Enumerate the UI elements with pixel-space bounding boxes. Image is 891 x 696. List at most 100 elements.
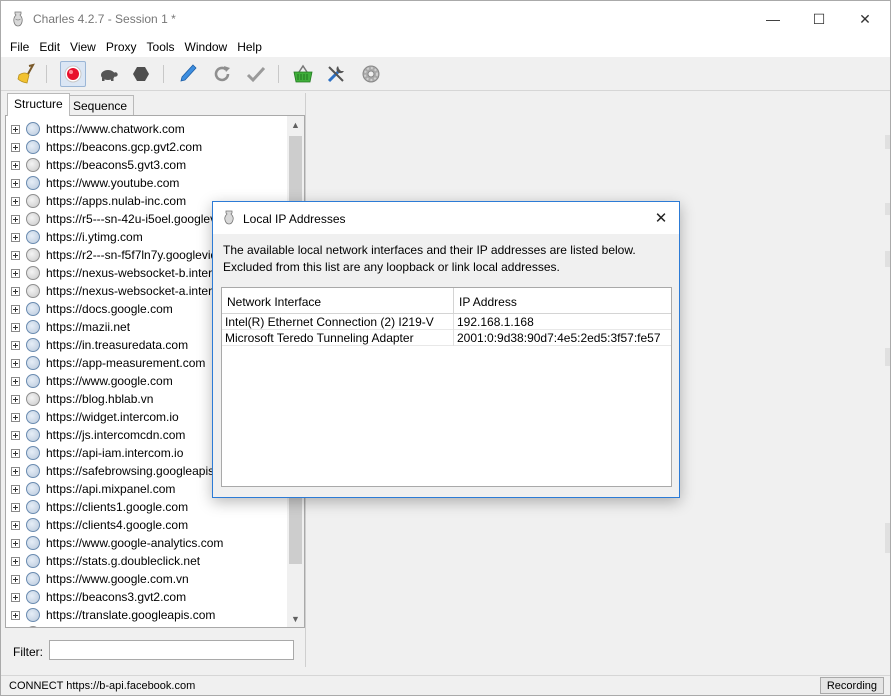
tab-structure[interactable]: Structure bbox=[7, 93, 70, 116]
dialog-close-button[interactable]: ✕ bbox=[649, 207, 673, 229]
tree-item[interactable]: https://clients1.google.com bbox=[6, 498, 288, 516]
tree-item-label: https://clients1.google.com bbox=[46, 500, 189, 514]
expand-plus-icon[interactable] bbox=[11, 485, 20, 494]
menu-proxy[interactable]: Proxy bbox=[101, 37, 142, 57]
expand-plus-icon[interactable] bbox=[11, 449, 20, 458]
secure-host-icon bbox=[26, 626, 40, 627]
menu-view[interactable]: View bbox=[65, 37, 101, 57]
minimize-button[interactable]: — bbox=[750, 5, 796, 33]
tree-item[interactable]: https://translate.googleapis.com bbox=[6, 606, 288, 624]
expand-plus-icon[interactable] bbox=[11, 251, 20, 260]
throttle-turtle-icon bbox=[101, 70, 118, 81]
expand-plus-icon[interactable] bbox=[11, 431, 20, 440]
expand-plus-icon[interactable] bbox=[11, 125, 20, 134]
repeat-button[interactable] bbox=[209, 61, 235, 87]
expand-plus-icon[interactable] bbox=[11, 611, 20, 620]
secure-host-icon bbox=[26, 194, 40, 208]
clear-session-button[interactable] bbox=[13, 61, 39, 87]
menu-file[interactable]: File bbox=[5, 37, 34, 57]
tree-item-label: https://www.google.com.vn bbox=[46, 572, 189, 586]
secure-host-icon bbox=[26, 212, 40, 226]
tab-sequence[interactable]: Sequence bbox=[66, 95, 135, 116]
expand-plus-icon[interactable] bbox=[11, 413, 20, 422]
column-ip-address[interactable]: IP Address bbox=[459, 295, 517, 309]
tree-item[interactable]: https://www.youtube.com bbox=[6, 174, 288, 192]
settings-button[interactable] bbox=[358, 61, 384, 87]
expand-plus-icon[interactable] bbox=[11, 557, 20, 566]
expand-plus-icon[interactable] bbox=[11, 323, 20, 332]
expand-plus-icon[interactable] bbox=[11, 161, 20, 170]
filter-input[interactable] bbox=[49, 640, 294, 660]
expand-plus-icon[interactable] bbox=[11, 143, 20, 152]
tree-item[interactable]: https://www.google.com.vn bbox=[6, 570, 288, 588]
menu-edit[interactable]: Edit bbox=[34, 37, 65, 57]
tools-button[interactable] bbox=[323, 61, 349, 87]
tree-item[interactable]: https://stats.g.doubleclick.net bbox=[6, 552, 288, 570]
expand-plus-icon[interactable] bbox=[11, 215, 20, 224]
globe-icon bbox=[26, 590, 40, 604]
filter-bar: Filter: bbox=[5, 634, 305, 660]
scroll-up-icon[interactable]: ▲ bbox=[287, 116, 304, 133]
expand-plus-icon[interactable] bbox=[11, 305, 20, 314]
scroll-down-icon[interactable]: ▼ bbox=[287, 610, 304, 627]
column-network-interface[interactable]: Network Interface bbox=[227, 295, 321, 309]
secure-host-icon bbox=[26, 266, 40, 280]
close-button[interactable]: ✕ bbox=[842, 5, 888, 33]
expand-plus-icon[interactable] bbox=[11, 341, 20, 350]
menu-window[interactable]: Window bbox=[180, 37, 233, 57]
tree-item[interactable]: https://beacons3.gvt2.com bbox=[6, 588, 288, 606]
tree-item[interactable]: https://www.chatwork.com bbox=[6, 120, 288, 138]
expand-plus-icon[interactable] bbox=[11, 269, 20, 278]
tree-item-label: https://safebrowsing.googleapis.com bbox=[46, 464, 241, 478]
expand-plus-icon[interactable] bbox=[11, 593, 20, 602]
compose-button[interactable] bbox=[175, 61, 201, 87]
menu-tools[interactable]: Tools bbox=[142, 37, 180, 57]
validate-check-icon bbox=[246, 66, 266, 83]
validate-button[interactable] bbox=[243, 61, 269, 87]
expand-plus-icon[interactable] bbox=[11, 377, 20, 386]
tree-item[interactable]: https://www.google-analytics.com bbox=[6, 534, 288, 552]
dialog-description-line2: Excluded from this list are any loopback… bbox=[223, 260, 560, 274]
basket-icon bbox=[293, 64, 313, 83]
expand-plus-icon[interactable] bbox=[11, 575, 20, 584]
expand-plus-icon[interactable] bbox=[11, 521, 20, 530]
throttle-button[interactable] bbox=[95, 61, 121, 87]
expand-plus-icon[interactable] bbox=[11, 539, 20, 548]
basket-button[interactable] bbox=[290, 61, 316, 87]
interface-cell: Intel(R) Ethernet Connection (2) I219-V bbox=[225, 315, 434, 329]
globe-icon bbox=[26, 374, 40, 388]
expand-plus-icon[interactable] bbox=[11, 233, 20, 242]
charles-main-window: Charles 4.2.7 - Session 1 * — ☐ ✕ File E… bbox=[0, 0, 891, 696]
view-tabs: Structure Sequence bbox=[5, 93, 305, 116]
expand-plus-icon[interactable] bbox=[11, 503, 20, 512]
menu-help[interactable]: Help bbox=[232, 37, 267, 57]
tree-item[interactable]: https://beacons5.gvt3.com bbox=[6, 156, 288, 174]
record-button[interactable] bbox=[60, 61, 86, 87]
expand-plus-icon[interactable] bbox=[11, 467, 20, 476]
tree-item[interactable]: https://beacons.gcp.gvt2.com bbox=[6, 138, 288, 156]
globe-icon bbox=[26, 176, 40, 190]
expand-plus-icon[interactable] bbox=[11, 395, 20, 404]
compose-pen-icon bbox=[180, 64, 197, 82]
dialog-description-line1: The available local network interfaces a… bbox=[223, 243, 636, 257]
tree-item-label: https://www.youtube.com bbox=[46, 176, 180, 190]
expand-plus-icon[interactable] bbox=[11, 359, 20, 368]
tree-item[interactable]: https://viblo.asia bbox=[6, 624, 288, 627]
secure-host-icon bbox=[26, 158, 40, 172]
expand-plus-icon[interactable] bbox=[11, 179, 20, 188]
expand-plus-icon[interactable] bbox=[11, 197, 20, 206]
tree-item[interactable]: https://clients4.google.com bbox=[6, 516, 288, 534]
globe-icon bbox=[26, 428, 40, 442]
globe-icon bbox=[26, 608, 40, 622]
globe-icon bbox=[26, 464, 40, 478]
maximize-button[interactable]: ☐ bbox=[796, 5, 842, 33]
globe-icon bbox=[26, 140, 40, 154]
globe-icon bbox=[26, 518, 40, 532]
globe-icon bbox=[26, 482, 40, 496]
expand-plus-icon[interactable] bbox=[11, 287, 20, 296]
table-row[interactable]: Microsoft Teredo Tunneling Adapter 2001:… bbox=[222, 330, 671, 346]
title-bar: Charles 4.2.7 - Session 1 * — ☐ ✕ bbox=[1, 1, 890, 37]
recording-indicator[interactable]: Recording bbox=[819, 677, 884, 694]
table-row[interactable]: Intel(R) Ethernet Connection (2) I219-V … bbox=[222, 314, 671, 330]
breakpoints-button[interactable] bbox=[128, 61, 154, 87]
